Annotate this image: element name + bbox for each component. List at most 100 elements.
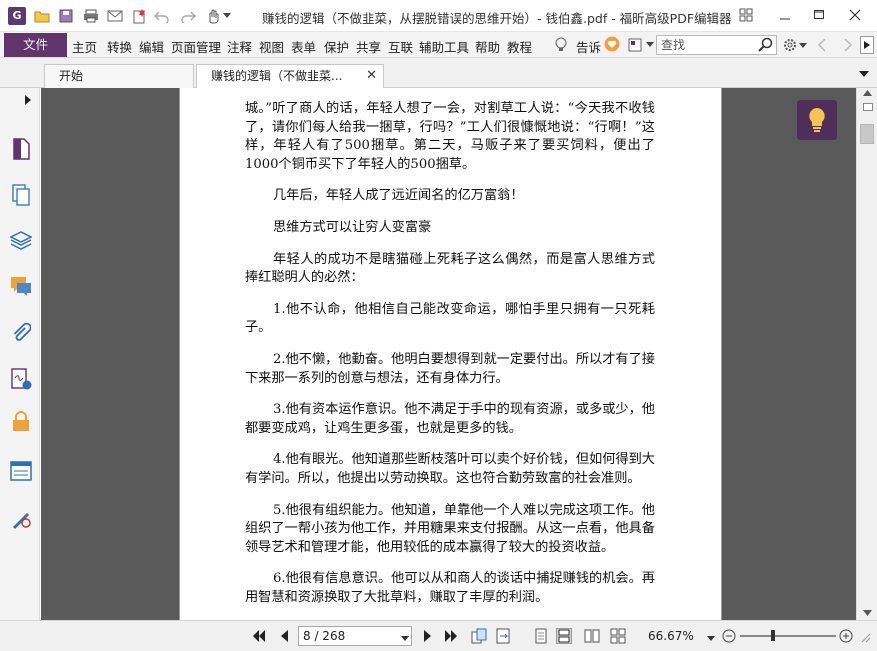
menu-accessibility[interactable]: 辅助工具: [419, 37, 469, 56]
tab-start[interactable]: 开始: [44, 64, 194, 88]
paragraph: 城。”听了商人的话，年轻人想了一会，对割草工人说：“今天我不收钱了，请你们每人给…: [245, 101, 655, 172]
menu-home[interactable]: 主页: [72, 37, 97, 56]
skin-dropdown-icon[interactable]: [645, 37, 655, 53]
status-bar: 8 / 268 66.67%: [0, 620, 877, 651]
menu-convert[interactable]: 转换: [107, 37, 132, 56]
copy-view-icon[interactable]: [471, 628, 487, 644]
next-page-icon[interactable]: [420, 628, 436, 644]
skin-picker-icon[interactable]: [627, 37, 643, 53]
attachments-icon[interactable]: [10, 322, 32, 344]
zoom-slider-track[interactable]: [740, 635, 836, 637]
email-icon[interactable]: [107, 8, 123, 24]
single-page-view-icon[interactable]: [533, 628, 549, 644]
redo-icon[interactable]: [180, 8, 196, 24]
page-number-value: 8 / 268: [303, 629, 346, 643]
vertical-scrollbar[interactable]: [856, 88, 877, 620]
ribbon-options-icon[interactable]: [734, 4, 758, 26]
continuous-view-icon[interactable]: [556, 628, 572, 644]
security-icon[interactable]: [10, 410, 32, 432]
tab-label: 开始: [59, 69, 84, 83]
lightbulb-tell-me-icon[interactable]: [553, 37, 569, 53]
close-window-button[interactable]: [843, 4, 867, 26]
scroll-up-icon[interactable]: [862, 88, 873, 98]
signature-icon[interactable]: [10, 368, 32, 390]
zoom-out-icon[interactable]: [721, 628, 737, 644]
zoom-slider-thumb[interactable]: [771, 630, 775, 641]
zoom-level[interactable]: 66.67%: [648, 629, 694, 643]
undo-icon[interactable]: [154, 8, 170, 24]
print-icon[interactable]: [83, 8, 99, 24]
scroll-thumb[interactable]: [860, 124, 874, 144]
menu-protect[interactable]: 保护: [324, 37, 349, 56]
minimize-button[interactable]: [773, 4, 797, 26]
facing-view-icon[interactable]: [584, 628, 600, 644]
feedback-heart-icon[interactable]: [604, 36, 620, 52]
paragraph: 几年后，年轻人成了远近闻名的亿万富翁！: [273, 188, 524, 204]
menu-edit[interactable]: 编辑: [139, 37, 164, 56]
open-folder-icon[interactable]: [34, 8, 50, 24]
list-item: 5.他很有组织能力。他知道，单靠他一个人难以完成这项工作。他组织了一帮小孩为他工…: [245, 502, 655, 555]
menu-connect[interactable]: 互联: [388, 37, 413, 56]
menu-help[interactable]: 帮助: [475, 37, 500, 56]
tab-list-dropdown-icon[interactable]: [856, 66, 872, 82]
tell-me-label[interactable]: 告诉: [576, 37, 601, 56]
menu-tutorial[interactable]: 教程: [507, 37, 532, 56]
zoom-dropdown-icon[interactable]: [706, 630, 716, 646]
form-fields-icon[interactable]: [10, 460, 32, 482]
scroll-page-up-icon[interactable]: [862, 102, 873, 112]
comments-icon[interactable]: [10, 276, 32, 298]
section-heading: 思维方式可以让穷人变富豪: [273, 219, 432, 235]
document-tab-bar: 开始 赚钱的逻辑（不做韭菜... ✕: [0, 58, 877, 88]
previous-page-icon[interactable]: [276, 628, 292, 644]
settings-dropdown-icon[interactable]: [799, 38, 807, 54]
file-menu-button[interactable]: 文件: [4, 33, 67, 57]
menu-form[interactable]: 表单: [291, 37, 316, 56]
app-logo-icon[interactable]: G: [8, 7, 26, 25]
search-icon[interactable]: [758, 37, 774, 53]
menu-page-management[interactable]: 页面管理: [171, 37, 221, 56]
settings-gear-icon[interactable]: [782, 37, 798, 53]
list-item: 4.他有眼光。他知道那些断枝落叶可以卖个好价钱，但如何得到大有学问。所以，他提出…: [245, 452, 655, 486]
zoom-in-icon[interactable]: [838, 628, 854, 644]
first-page-icon[interactable]: [251, 628, 267, 644]
paragraph: 年轻人的成功不是瞎猫碰上死耗子这么偶然，而是富人思维方式捧红聪明人的必然：: [245, 251, 655, 286]
page-number-input[interactable]: 8 / 268: [298, 626, 412, 646]
tab-close-icon[interactable]: ✕: [366, 65, 377, 87]
list-item: 1.他不认命，他相信自己能改变命运，哪怕手里只拥有一只死耗子。: [245, 301, 655, 336]
reflow-view-icon[interactable]: [495, 628, 511, 644]
last-page-icon[interactable]: [443, 628, 459, 644]
lightbulb-icon: [807, 106, 827, 135]
list-item: 2.他不懒，他勤奋。他明白要想得到就一定要付出。所以才有了接下来那一系列的创意与…: [245, 351, 655, 386]
navigation-panel: [0, 88, 40, 651]
tab-label: 赚钱的逻辑（不做韭菜...: [211, 69, 343, 83]
window-title: 赚钱的逻辑（不做韭菜，从摆脱错误的思维开始）- 钱伯鑫.pdf - 福昕高级PD…: [262, 11, 732, 26]
tab-document[interactable]: 赚钱的逻辑（不做韭菜... ✕: [196, 64, 384, 88]
hand-tool-icon[interactable]: [205, 8, 221, 24]
menu-share[interactable]: 共享: [356, 37, 381, 56]
document-viewport[interactable]: 城。”听了商人的话，年轻人想了一会，对割草工人说：“今天我不收钱了，请你们每人给…: [41, 88, 856, 620]
title-bar: G 赚钱的逻辑（不做韭菜，从摆脱错误的思维开始）- 钱伯鑫.pdf - 福昕高级…: [0, 0, 877, 32]
menu-comment[interactable]: 注释: [227, 37, 252, 56]
smart-tip-button[interactable]: [797, 100, 837, 140]
maximize-button[interactable]: [807, 4, 831, 26]
resize-grip-icon[interactable]: [860, 632, 872, 644]
nav-forward-icon[interactable]: [840, 37, 856, 53]
continuous-facing-view-icon[interactable]: [610, 628, 626, 644]
menu-bar: 文件 主页 转换 编辑 页面管理 注释 视图 表单 保护 共享 互联 辅助工具 …: [0, 32, 877, 58]
list-item: 6.他很有信息意识。他可以从和商人的谈话中捕捉赚钱的机会。再用智慧和资源换取了大…: [245, 571, 655, 605]
pages-icon[interactable]: [10, 184, 32, 206]
pdf-page: 城。”听了商人的话，年轻人想了一会，对割草工人说：“今天我不收钱了，请你们每人给…: [179, 88, 722, 620]
customize-dropdown-icon[interactable]: [222, 8, 232, 24]
expand-panel-icon[interactable]: [23, 94, 33, 106]
scroll-down-icon[interactable]: [862, 608, 873, 618]
certificate-icon[interactable]: [10, 508, 32, 530]
layers-icon[interactable]: [10, 230, 32, 252]
menu-view[interactable]: 视图: [259, 37, 284, 56]
page-thumbnail-icon[interactable]: [10, 138, 32, 160]
nav-back-icon[interactable]: [814, 37, 830, 53]
list-item: 3.他有资本运作意识。他不满足于手中的现有资源，或多或少，他都要变成鸡，让鸡生更…: [245, 402, 655, 436]
new-document-icon[interactable]: [131, 8, 147, 24]
page-dropdown-icon[interactable]: [400, 630, 410, 646]
ribbon-expand-icon[interactable]: [860, 36, 874, 54]
save-icon[interactable]: [58, 8, 74, 24]
